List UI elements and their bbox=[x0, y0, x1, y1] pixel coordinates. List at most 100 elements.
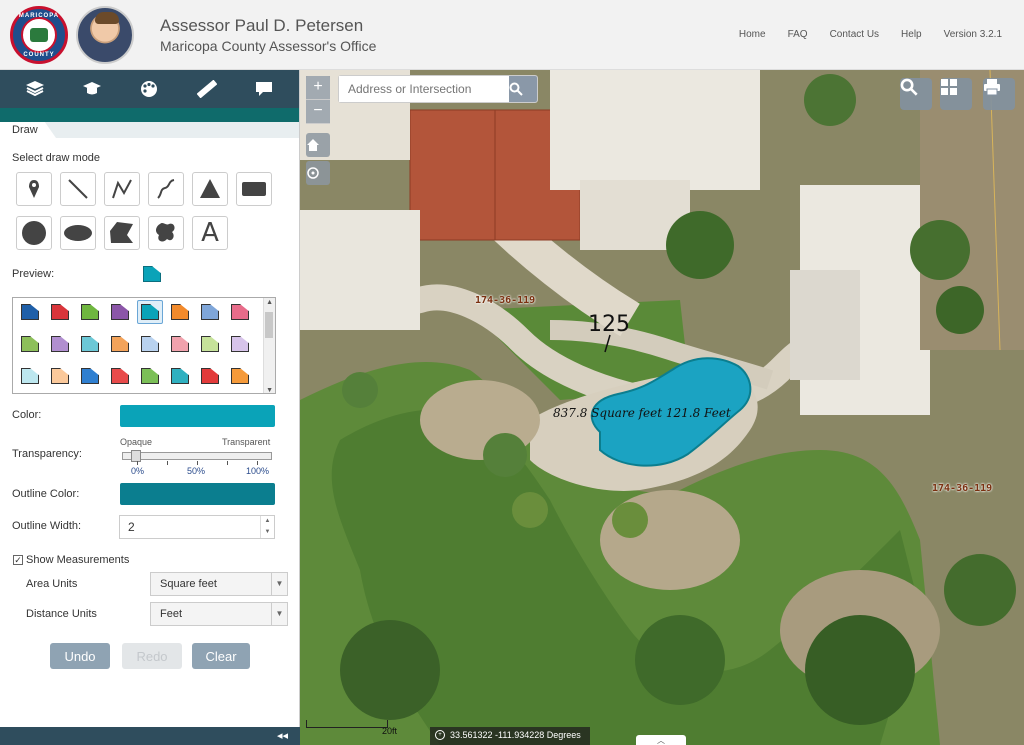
preview-swatch bbox=[143, 266, 161, 282]
fill-color-picker[interactable] bbox=[120, 405, 275, 427]
coordinate-text: 33.561322 -111.934228 Degrees bbox=[450, 730, 581, 740]
draw-point-button[interactable] bbox=[16, 172, 52, 206]
palette-swatch[interactable] bbox=[107, 300, 133, 324]
palette-swatch[interactable] bbox=[47, 364, 73, 388]
address-search-input[interactable] bbox=[339, 76, 509, 102]
nav-contact-link[interactable]: Contact Us bbox=[830, 29, 879, 40]
outline-width-spinner[interactable]: ▲ ▼ bbox=[260, 516, 274, 538]
palette-swatch[interactable] bbox=[227, 364, 253, 388]
rectangle-icon bbox=[242, 182, 266, 196]
palette-swatch[interactable] bbox=[47, 300, 73, 324]
palette-swatch[interactable] bbox=[77, 364, 103, 388]
draw-freehand-polygon-button[interactable] bbox=[148, 216, 184, 250]
palette-swatch-shape bbox=[111, 368, 129, 384]
draw-circle-button[interactable] bbox=[16, 216, 52, 250]
layers-icon[interactable] bbox=[23, 77, 47, 101]
scroll-down-arrow-icon[interactable]: ▼ bbox=[266, 387, 273, 393]
zoom-control: + − bbox=[306, 76, 330, 124]
palette-swatch[interactable] bbox=[17, 332, 43, 356]
palette-swatch-shape bbox=[21, 304, 39, 320]
tab-draw[interactable]: Draw bbox=[0, 122, 56, 138]
palette-swatch-shape bbox=[231, 304, 249, 320]
printer-icon bbox=[984, 79, 1000, 96]
maricopa-county-seal-logo: MARICOPA COUNTY bbox=[10, 6, 68, 64]
draw-ellipse-button[interactable] bbox=[60, 216, 96, 250]
show-measurements-checkbox[interactable]: ✓ bbox=[13, 555, 23, 565]
draw-text-button[interactable]: A bbox=[192, 216, 228, 250]
palette-swatch[interactable] bbox=[197, 300, 223, 324]
palette-swatch[interactable] bbox=[107, 332, 133, 356]
palette-swatch[interactable] bbox=[47, 332, 73, 356]
outline-width-input[interactable]: 2 ▲ ▼ bbox=[119, 515, 275, 539]
assessor-avatar bbox=[76, 6, 134, 64]
zoom-in-button[interactable]: + bbox=[306, 76, 330, 100]
draw-rectangle-button[interactable] bbox=[236, 172, 272, 206]
area-units-select[interactable]: Square feet ▼ bbox=[150, 572, 288, 596]
home-extent-button[interactable] bbox=[306, 133, 330, 157]
zoom-out-button[interactable]: − bbox=[306, 100, 330, 124]
nav-help-link[interactable]: Help bbox=[901, 29, 922, 40]
locate-button[interactable] bbox=[306, 161, 330, 185]
seal-top-text: MARICOPA bbox=[18, 13, 60, 19]
grid-icon bbox=[941, 79, 957, 95]
nav-home-link[interactable]: Home bbox=[739, 29, 766, 40]
palette-swatch[interactable] bbox=[77, 300, 103, 324]
palette-swatch[interactable] bbox=[227, 332, 253, 356]
distance-units-select[interactable]: Feet ▼ bbox=[150, 602, 288, 626]
draw-triangle-button[interactable] bbox=[192, 172, 228, 206]
palette-swatch-shape bbox=[171, 368, 189, 384]
print-button[interactable] bbox=[983, 78, 1015, 110]
nav-faq-link[interactable]: FAQ bbox=[788, 29, 808, 40]
collapse-panel-icon[interactable]: ◂◂ bbox=[277, 729, 288, 742]
palette-swatch[interactable] bbox=[107, 364, 133, 388]
scroll-thumb[interactable] bbox=[265, 312, 273, 338]
palette-swatch[interactable] bbox=[137, 364, 163, 388]
palette-icon[interactable] bbox=[137, 77, 161, 101]
draw-freehand-line-button[interactable] bbox=[148, 172, 184, 206]
palette-swatch[interactable] bbox=[167, 364, 193, 388]
transparency-label: Transparency: bbox=[12, 448, 82, 460]
palette-swatch[interactable] bbox=[17, 300, 43, 324]
color-label: Color: bbox=[12, 409, 42, 421]
palette-swatch[interactable] bbox=[167, 332, 193, 356]
palette-swatch[interactable] bbox=[77, 332, 103, 356]
panel-accent-bar bbox=[0, 108, 299, 122]
transparency-slider-thumb[interactable] bbox=[131, 450, 141, 462]
palette-swatch-shape bbox=[141, 368, 159, 384]
clear-button[interactable]: Clear bbox=[192, 643, 250, 669]
undo-button[interactable]: Undo bbox=[50, 643, 110, 669]
transparency-opaque-label: Opaque bbox=[120, 437, 153, 447]
crosshair-icon: + bbox=[435, 730, 445, 740]
palette-swatch[interactable] bbox=[197, 332, 223, 356]
address-search bbox=[338, 75, 538, 103]
transparency-transparent-label: Transparent bbox=[222, 437, 271, 447]
map-view[interactable]: 174-36-119 174-36-119 125 837.8 Square f… bbox=[300, 70, 1024, 745]
coordinate-readout: + 33.561322 -111.934228 Degrees bbox=[430, 727, 590, 745]
palette-swatch[interactable] bbox=[227, 300, 253, 324]
comment-icon[interactable] bbox=[252, 77, 276, 101]
bottom-drawer-tab[interactable]: ︿ bbox=[636, 735, 686, 745]
basemap-grid-button[interactable] bbox=[940, 78, 972, 110]
ruler-icon[interactable] bbox=[195, 77, 219, 101]
palette-scrollbar[interactable]: ▲ ▼ bbox=[263, 298, 275, 393]
redo-button[interactable]: Redo bbox=[122, 643, 182, 669]
search-icon bbox=[509, 82, 523, 96]
map-search-button[interactable] bbox=[900, 78, 932, 110]
draw-polyline-button[interactable] bbox=[104, 172, 140, 206]
draw-polygon-button[interactable] bbox=[104, 216, 140, 250]
search-icon bbox=[900, 78, 918, 96]
education-cap-icon[interactable] bbox=[80, 77, 104, 101]
palette-swatch[interactable] bbox=[167, 300, 193, 324]
palette-swatch[interactable] bbox=[137, 332, 163, 356]
palette-swatch-shape bbox=[201, 336, 219, 352]
palette-swatch[interactable] bbox=[17, 364, 43, 388]
scale-label: 20ft bbox=[382, 726, 398, 736]
scroll-up-arrow-icon[interactable]: ▲ bbox=[266, 299, 273, 306]
transparency-slider-track[interactable] bbox=[122, 452, 272, 460]
outline-color-picker[interactable] bbox=[120, 483, 275, 505]
palette-swatch[interactable] bbox=[137, 300, 163, 324]
palette-swatch-shape bbox=[51, 368, 69, 384]
palette-swatch[interactable] bbox=[197, 364, 223, 388]
draw-line-button[interactable] bbox=[60, 172, 96, 206]
search-button[interactable] bbox=[509, 76, 537, 102]
